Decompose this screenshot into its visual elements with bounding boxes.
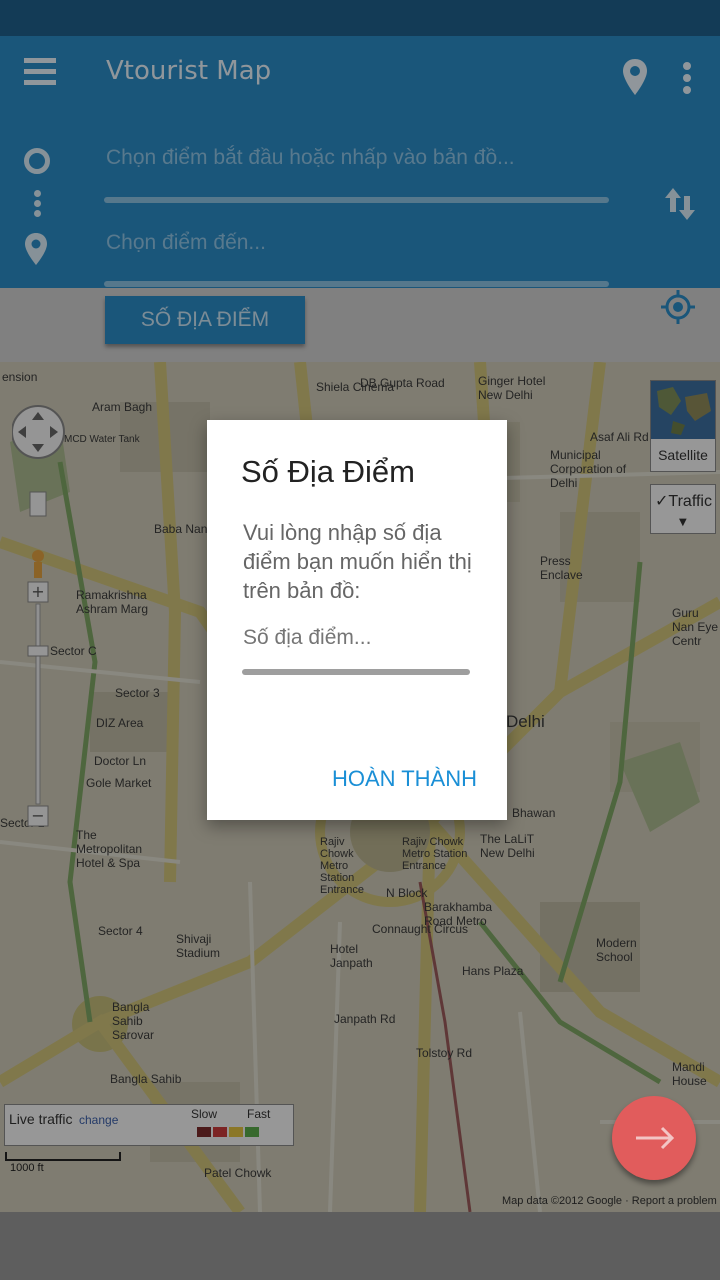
bottom-strip (0, 1212, 720, 1280)
location-count-input[interactable] (243, 626, 471, 650)
done-button[interactable]: HOÀN THÀNH (317, 766, 477, 792)
dialog-message: Vui lòng nhập số địa điểm bạn muốn hiển … (243, 520, 472, 603)
dialog-title: Số Địa Điểm (241, 454, 415, 489)
next-fab-button[interactable] (612, 1096, 696, 1180)
arrow-right-icon (636, 1126, 675, 1150)
dialog-input-underline (242, 669, 470, 675)
location-count-dialog: Số Địa Điểm Vui lòng nhập số địa điểm bạ… (207, 420, 507, 820)
